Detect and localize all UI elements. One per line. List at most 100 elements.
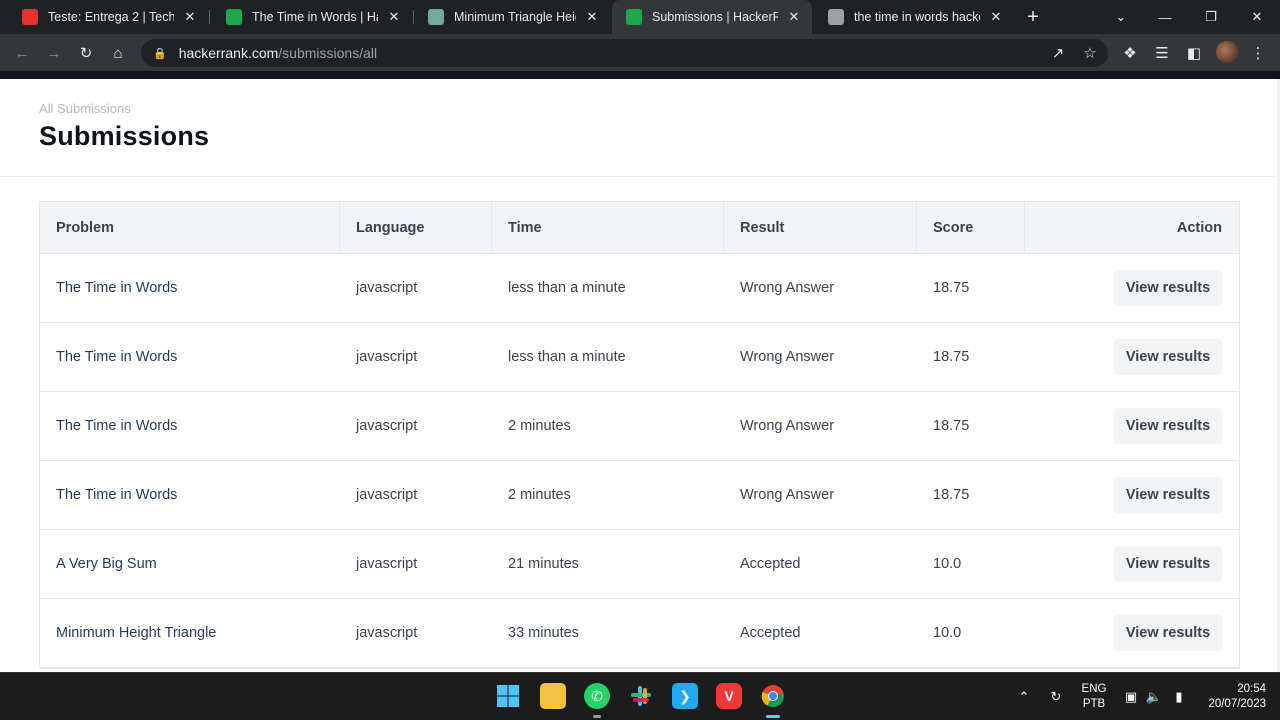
- action-cell: View results: [1025, 546, 1239, 582]
- column-header-problem: Problem: [40, 202, 340, 254]
- time-cell: less than a minute: [508, 280, 626, 296]
- reload-icon[interactable]: ↻: [74, 41, 98, 65]
- home-icon[interactable]: ⌂: [106, 41, 130, 65]
- profile-avatar[interactable]: [1216, 41, 1238, 63]
- browser-tab[interactable]: Teste: Entrega 2 | Tech | ⧈ ✕: [8, 0, 208, 34]
- globe-favicon-icon: [828, 9, 844, 25]
- result-cell: Wrong Answer: [740, 418, 835, 434]
- chatgpt-favicon-icon: [428, 9, 444, 25]
- bookmark-star-icon[interactable]: ☆: [1078, 41, 1102, 65]
- table-row: A Very Big Sum javascript 21 minutes Accept…: [40, 530, 1239, 599]
- language-indicator[interactable]: ENG PTB: [1078, 682, 1110, 712]
- time-cell: 2 minutes: [508, 487, 571, 503]
- battery-icon[interactable]: ▮: [1170, 688, 1188, 706]
- score-cell: 18.75: [933, 280, 970, 296]
- tab-title: the time in words hackerrank: [854, 10, 980, 24]
- close-tab-icon[interactable]: ✕: [386, 9, 402, 25]
- language-primary: ENG: [1081, 683, 1107, 695]
- chrome-icon[interactable]: [760, 683, 786, 709]
- page-content: All Submissions Submissions Problem Lang…: [0, 79, 1280, 672]
- view-results-button[interactable]: View results: [1114, 615, 1222, 651]
- view-results-button[interactable]: View results: [1114, 477, 1222, 513]
- table-row: Minimum Height Triangle javascript 33 minu…: [40, 599, 1239, 668]
- tab-title: Teste: Entrega 2 | Tech | ⧈: [48, 9, 174, 24]
- reading-list-icon[interactable]: ☰: [1150, 41, 1174, 65]
- problem-link[interactable]: The Time in Words: [40, 418, 340, 434]
- action-cell: View results: [1025, 339, 1239, 375]
- browser-tab[interactable]: Submissions | HackerRank ✕: [612, 0, 812, 34]
- result-cell: Accepted: [740, 625, 801, 641]
- result-cell: Wrong Answer: [740, 349, 835, 365]
- url-host: hackerrank.com: [178, 45, 279, 61]
- volume-icon[interactable]: 🔈: [1145, 688, 1163, 706]
- time-cell: less than a minute: [508, 349, 626, 365]
- close-tab-icon[interactable]: ✕: [988, 9, 1004, 25]
- browser-tab[interactable]: The Time in Words | HackerRank ✕: [212, 0, 412, 34]
- submissions-table: Problem Language Time Result Score Actio…: [39, 201, 1240, 669]
- close-tab-icon[interactable]: ✕: [182, 9, 198, 25]
- score-cell: 10.0: [933, 556, 962, 572]
- vscode-icon[interactable]: ❯: [672, 683, 698, 709]
- close-tab-icon[interactable]: ✕: [584, 9, 600, 25]
- view-results-button[interactable]: View results: [1114, 546, 1222, 582]
- action-cell: View results: [1025, 408, 1239, 444]
- time-cell: 33 minutes: [508, 625, 579, 641]
- column-header-language: Language: [340, 202, 492, 254]
- active-app-indicator: [766, 715, 780, 718]
- browser-tab[interactable]: Minimum Triangle Height ✕: [414, 0, 610, 34]
- network-icon[interactable]: ▣: [1122, 688, 1140, 706]
- tech-favicon-icon: [22, 9, 38, 25]
- close-tab-icon[interactable]: ✕: [786, 9, 802, 25]
- address-bar[interactable]: 🔒 hackerrank.com/submissions/all: [141, 39, 1108, 67]
- column-header-action: Action: [1176, 220, 1222, 236]
- table-header: Problem Language Time Result Score Actio…: [40, 202, 1239, 254]
- side-panel-icon[interactable]: ◧: [1182, 41, 1206, 65]
- hackerrank-favicon-icon: [626, 9, 642, 25]
- chevron-up-icon[interactable]: ⌃: [1015, 688, 1033, 706]
- minimize-button[interactable]: —: [1142, 0, 1188, 34]
- time-cell: 21 minutes: [508, 556, 579, 572]
- table-row: The Time in Words javascript 2 minutes Wron…: [40, 461, 1239, 530]
- problem-link[interactable]: The Time in Words: [40, 487, 340, 503]
- tab-search-icon[interactable]: ⌄: [1098, 0, 1144, 34]
- slack-icon[interactable]: [628, 683, 654, 709]
- breadcrumb[interactable]: All Submissions: [39, 101, 131, 116]
- browser-tab-strip: Teste: Entrega 2 | Tech | ⧈✕The Time in …: [0, 0, 1280, 34]
- view-results-button[interactable]: View results: [1114, 408, 1222, 444]
- problem-link[interactable]: The Time in Words: [40, 280, 340, 296]
- vivaldi-icon[interactable]: V: [716, 683, 742, 709]
- windows-taskbar: ✆ ❯ V ⌃ ↻ ENG PTB ▣ 🔈 ▮ 20:54 20/07/2023: [0, 672, 1280, 720]
- file-explorer-icon[interactable]: [540, 683, 566, 709]
- browser-tab[interactable]: the time in words hackerrank ✕: [814, 0, 1014, 34]
- restore-button[interactable]: ❐: [1188, 0, 1234, 34]
- clock-date: 20/07/2023: [1208, 698, 1266, 710]
- view-results-button[interactable]: View results: [1114, 270, 1222, 306]
- back-icon[interactable]: ←: [10, 41, 34, 65]
- start-icon[interactable]: [495, 683, 521, 709]
- close-window-button[interactable]: ✕: [1234, 0, 1280, 34]
- problem-link[interactable]: A Very Big Sum: [40, 556, 340, 572]
- lock-icon: 🔒: [153, 47, 167, 60]
- column-header-result: Result: [724, 202, 917, 254]
- share-icon[interactable]: ↗: [1046, 41, 1070, 65]
- sync-icon[interactable]: ↻: [1047, 688, 1065, 706]
- problem-link[interactable]: The Time in Words: [40, 349, 340, 365]
- forward-icon[interactable]: →: [42, 41, 66, 65]
- whatsapp-icon[interactable]: ✆: [584, 683, 610, 709]
- new-tab-button[interactable]: +: [1022, 6, 1044, 28]
- language-cell: javascript: [356, 625, 418, 641]
- tab-title: Minimum Triangle Height: [454, 10, 576, 24]
- action-cell: View results: [1025, 477, 1239, 513]
- view-results-button[interactable]: View results: [1114, 339, 1222, 375]
- column-header-time: Time: [492, 202, 724, 254]
- language-cell: javascript: [356, 556, 418, 572]
- menu-kebab-icon[interactable]: ⋮: [1246, 41, 1270, 65]
- clock[interactable]: 20:54 20/07/2023: [1196, 682, 1266, 712]
- tab-separator: [209, 10, 210, 24]
- result-cell: Wrong Answer: [740, 280, 835, 296]
- column-header-score: Score: [917, 202, 1025, 254]
- score-cell: 10.0: [933, 625, 962, 641]
- result-cell: Wrong Answer: [740, 487, 835, 503]
- extensions-icon[interactable]: ❖: [1118, 41, 1142, 65]
- problem-link[interactable]: Minimum Height Triangle: [40, 625, 340, 641]
